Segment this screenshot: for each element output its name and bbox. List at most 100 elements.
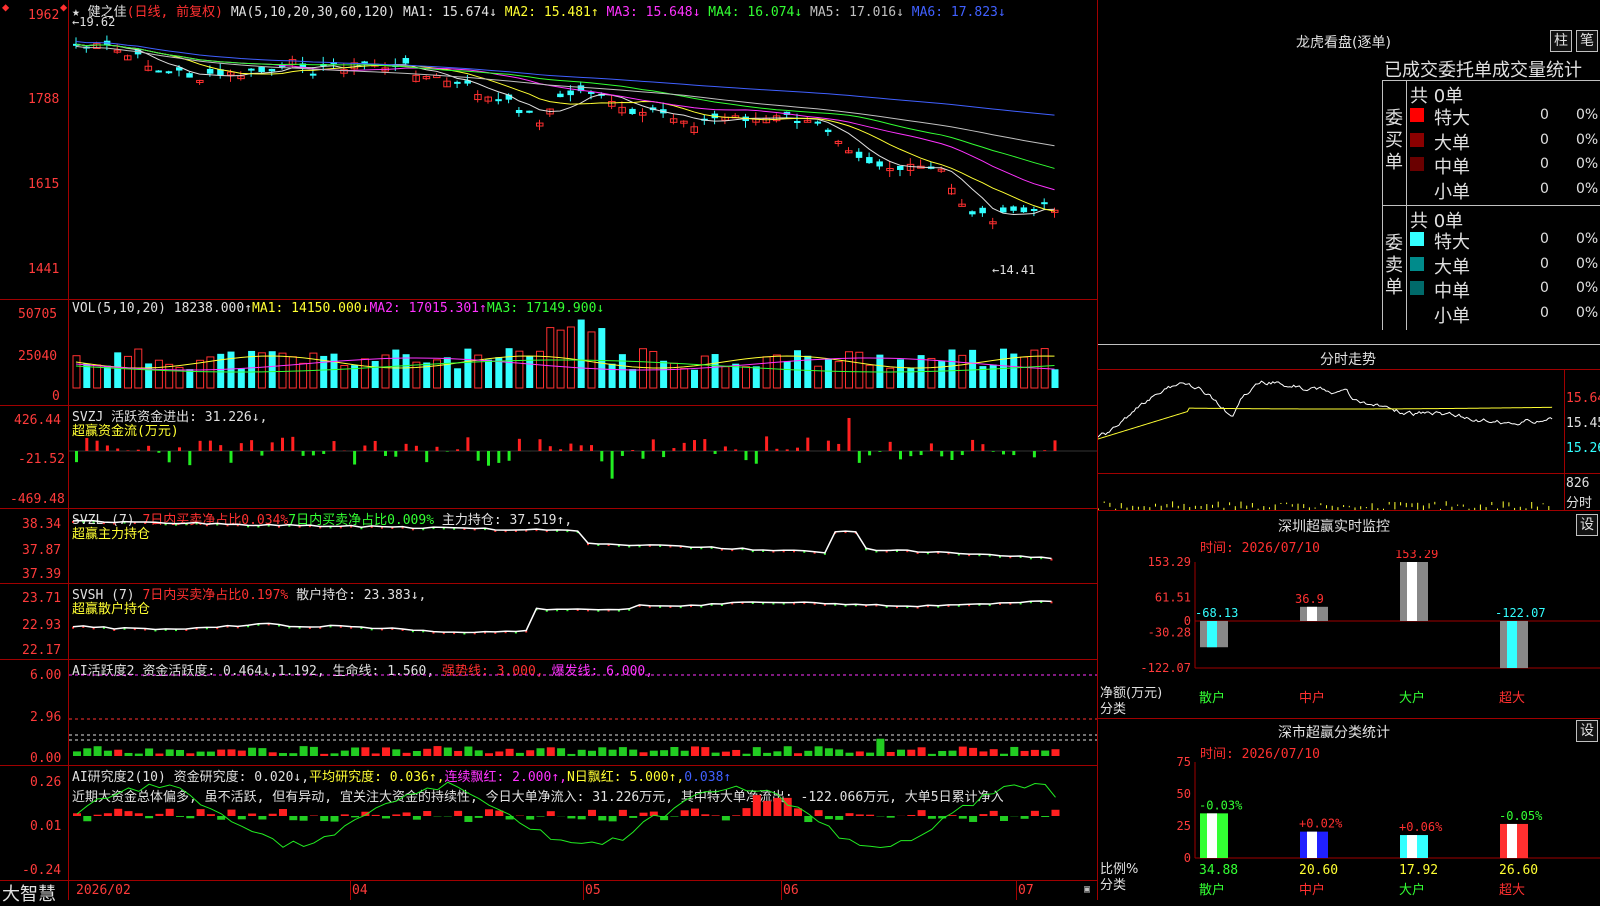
activity-bar [392,749,400,756]
sell-row-2: 大单 0 0% [1410,253,1600,275]
svzj-bar [363,446,366,451]
svzj-bar [909,451,912,456]
research-bar [403,812,411,816]
candle-body [186,73,193,77]
svsh-chart[interactable] [69,584,1097,659]
row-pct: 0% [1576,156,1598,172]
volume-bar [217,354,224,388]
main-chart-area[interactable]: 1962 1788 1615 1441 ◆ ◆ ★ 健之佳(日线, 前复权) M… [0,0,1098,900]
activity-bar [361,747,369,756]
intraday-vol-bar [1206,504,1207,510]
research-bar [258,816,266,819]
svzj-bar [497,451,500,463]
intraday-vol-bar [1315,507,1316,508]
activity-bar [475,750,483,756]
bar-mode-button[interactable]: 柱 [1550,30,1572,52]
class-bar-highlight [1307,832,1317,858]
sz-class-settings-button[interactable]: 设 [1576,720,1598,742]
activity-bar [300,746,308,756]
ai-activity-chart[interactable] [69,660,1097,765]
intraday-vol-bar [1132,506,1133,510]
row-pct: 0% [1576,305,1598,321]
svzj-bar [848,418,851,451]
sz-monitor-settings-button[interactable]: 设 [1576,514,1598,536]
monitor-value-label: -68.13 [1195,606,1238,620]
activity-bar [866,753,874,756]
intraday-vol-bar [1520,507,1521,510]
activity-bar [258,748,266,756]
svzj-bar [456,449,459,451]
volume-bar [1010,354,1017,388]
row-pct: 0% [1576,107,1598,123]
monitor-axis-label: -30.28 [1148,626,1191,640]
svzj-chart[interactable] [69,406,1097,508]
intraday-vol-bar [1303,504,1304,508]
menu-marker-icon[interactable]: ◆ [2,0,9,14]
activity-bar [619,747,627,756]
research-bar [176,816,184,817]
activity-bar [341,751,349,756]
row-pct: 0% [1576,231,1598,247]
intraday-vol-bar [1543,503,1544,504]
volume-bar [197,360,204,388]
row-pct: 0% [1576,256,1598,272]
legend-swatch-icon [1410,257,1424,271]
activity-bar [73,751,81,756]
intraday-vol-bar [1508,502,1509,506]
svzl-chart[interactable] [69,509,1097,583]
svzj-bar [786,449,789,451]
activity-bar [125,753,133,756]
pen-mode-button[interactable]: 笔 [1576,30,1598,52]
class-value-label: 17.92 [1399,863,1438,878]
research-bar [248,814,256,816]
volume-bar [413,362,420,388]
intraday-vol-label: 826 [1566,476,1589,491]
price-axis-2: 1788 [28,92,59,107]
activity-bar [732,750,740,756]
candle-body [866,157,873,163]
volume-bar [629,369,636,388]
research-bar [1031,811,1039,816]
activity-bar [712,753,720,756]
research-bar [526,816,534,820]
volume-bar [114,352,121,388]
lock-icon[interactable]: ▣ [1084,884,1090,895]
research-bar [475,816,483,818]
research-bar [485,809,493,816]
intraday-vol-bar [1280,503,1281,504]
svzj-bar [260,451,263,456]
svzj-bar [250,440,253,451]
intraday-avg-line [1098,407,1552,439]
activity-bar [83,748,91,756]
price-chart[interactable] [69,0,1097,299]
research-bar [228,810,236,816]
intraday-vol-bar [1406,503,1407,507]
candle-body [526,111,533,113]
volume-bar [444,357,451,388]
monitor-category-label: 散户 [1199,690,1225,706]
intraday-vol-bar [1109,503,1110,507]
research-bar [794,808,802,816]
monitor-bar-highlight [1507,621,1517,668]
ai-research-chart[interactable] [69,766,1097,880]
menu-marker-icon-2[interactable]: ◆ [60,0,67,14]
svzj-bar [302,451,305,456]
sz-monitor-chart[interactable]: 153.2961.510-30.28-122.07-68.13散户36.9中户1… [1098,550,1600,720]
class-category-label: 大户 [1399,882,1425,898]
volume-bar [485,360,492,388]
intraday-vol-bar [1389,502,1390,505]
svzj-bar [446,451,449,452]
sz-class-chart[interactable]: 7550250-0.03%34.88散户+0.02%20.60中户+0.06%1… [1098,756,1600,900]
volume-chart[interactable] [69,300,1097,405]
svzj-bar [549,446,552,451]
candle-body [516,110,523,113]
activity-bar [691,746,699,756]
volume-bar [547,328,554,388]
intraday-vol-bar [1121,503,1122,508]
row-pct: 0% [1576,280,1598,296]
activity-bar [846,753,854,756]
svzj-bar [477,451,480,461]
intraday-vol-bar [1326,505,1327,508]
intraday-chart[interactable] [1098,369,1564,510]
candle-body [403,58,410,63]
